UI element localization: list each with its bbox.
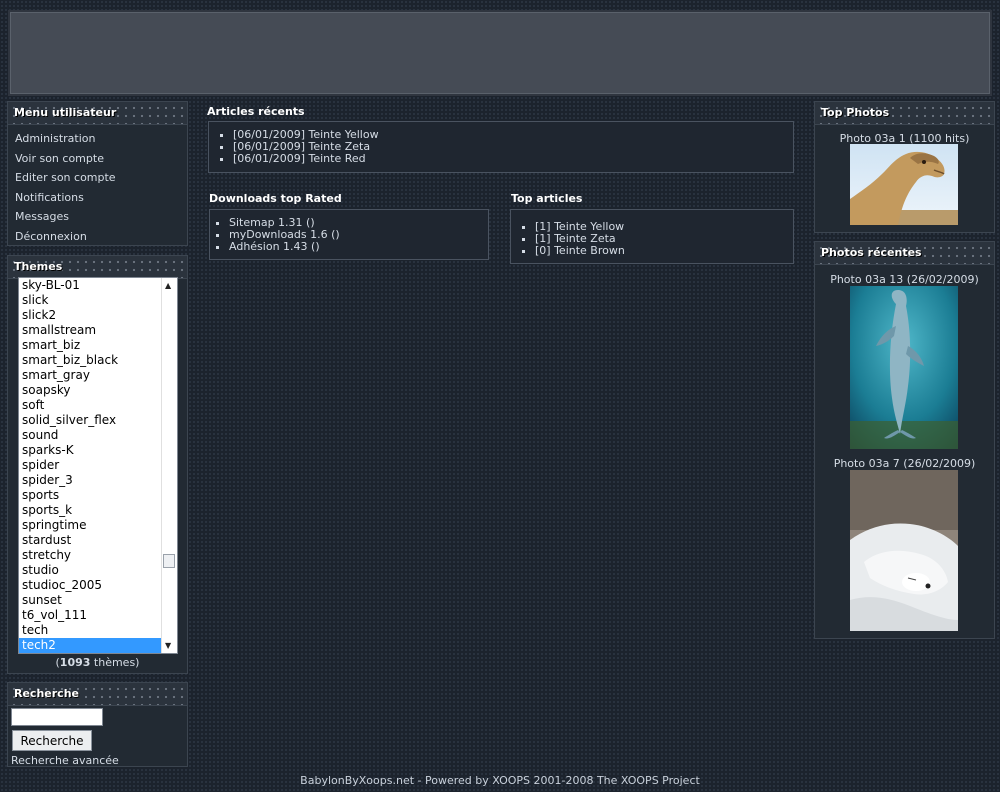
top-articles-list: [1] Teinte Yellow [1] Teinte Zeta [0] Te… bbox=[511, 221, 793, 257]
menu-item-edit-account[interactable]: Editer son compte bbox=[8, 168, 187, 188]
theme-option[interactable]: smallstream bbox=[19, 323, 177, 338]
theme-option[interactable]: stretchy bbox=[19, 548, 177, 563]
menu-item-messages[interactable]: Messages bbox=[8, 207, 187, 227]
polar-bear-photo[interactable] bbox=[850, 470, 958, 631]
theme-option[interactable]: tech bbox=[19, 623, 177, 638]
user-menu-list: Administration Voir son compte Editer so… bbox=[8, 125, 187, 246]
themes-title: Themes bbox=[8, 256, 187, 279]
theme-option[interactable]: soapsky bbox=[19, 383, 177, 398]
search-button[interactable]: Recherche bbox=[12, 730, 92, 751]
theme-select-list[interactable]: sky-BL-01 slick slick2 smallstream smart… bbox=[18, 277, 178, 654]
theme-option[interactable]: solid_silver_flex bbox=[19, 413, 177, 428]
recent-photo-caption[interactable]: Photo 03a 13 (26/02/2009) bbox=[815, 273, 994, 286]
recent-photos-block: Photos récentes Photo 03a 13 (26/02/2009… bbox=[814, 241, 995, 639]
top-articles-box: [1] Teinte Yellow [1] Teinte Zeta [0] Te… bbox=[510, 209, 794, 264]
theme-count: (1093 thèmes) bbox=[8, 656, 187, 669]
downloads-title: Downloads top Rated bbox=[209, 192, 342, 205]
scroll-thumb[interactable] bbox=[163, 554, 175, 568]
theme-option[interactable]: slick bbox=[19, 293, 177, 308]
top-articles-title: Top articles bbox=[511, 192, 583, 205]
theme-option[interactable]: sports bbox=[19, 488, 177, 503]
search-block: Recherche Recherche Recherche avancée bbox=[7, 682, 188, 767]
theme-option[interactable]: spider_3 bbox=[19, 473, 177, 488]
site-header-banner bbox=[8, 10, 992, 96]
theme-option[interactable]: studio bbox=[19, 563, 177, 578]
menu-item-view-account[interactable]: Voir son compte bbox=[8, 149, 187, 169]
theme-option[interactable]: stardust bbox=[19, 533, 177, 548]
theme-list-scrollbar[interactable]: ▲ ▼ bbox=[161, 278, 177, 653]
menu-item-notifications[interactable]: Notifications bbox=[8, 188, 187, 208]
search-title: Recherche bbox=[8, 683, 187, 706]
theme-option[interactable]: smart_biz_black bbox=[19, 353, 177, 368]
download-item[interactable]: Adhésion 1.43 () bbox=[229, 241, 488, 253]
recent-article-item[interactable]: [06/01/2009] Teinte Red bbox=[233, 153, 793, 165]
downloads-box: Sitemap 1.31 () myDownloads 1.6 () Adhés… bbox=[209, 209, 489, 260]
theme-count-suffix: thèmes) bbox=[90, 656, 140, 669]
theme-option[interactable]: sports_k bbox=[19, 503, 177, 518]
scroll-up-arrow-icon[interactable]: ▲ bbox=[165, 281, 171, 290]
user-menu-title: Menu utilisateur bbox=[8, 102, 187, 125]
theme-option[interactable]: slick2 bbox=[19, 308, 177, 323]
user-menu-block: Menu utilisateur Administration Voir son… bbox=[7, 101, 188, 246]
recent-articles-list: [06/01/2009] Teinte Yellow [06/01/2009] … bbox=[209, 129, 793, 165]
theme-count-number: 1093 bbox=[59, 656, 91, 669]
theme-option[interactable]: smart_gray bbox=[19, 368, 177, 383]
theme-option[interactable]: spider bbox=[19, 458, 177, 473]
theme-option[interactable]: sky-BL-01 bbox=[19, 278, 177, 293]
camel-photo[interactable] bbox=[850, 144, 958, 225]
dolphin-photo[interactable] bbox=[850, 286, 958, 449]
theme-option[interactable]: springtime bbox=[19, 518, 177, 533]
theme-option[interactable]: sparks-K bbox=[19, 443, 177, 458]
advanced-search-link[interactable]: Recherche avancée bbox=[11, 754, 119, 767]
theme-option[interactable]: t6_vol_111 bbox=[19, 608, 177, 623]
theme-option[interactable]: sound bbox=[19, 428, 177, 443]
top-photos-title: Top Photos bbox=[815, 102, 994, 125]
menu-item-administration[interactable]: Administration bbox=[8, 129, 187, 149]
menu-item-logout[interactable]: Déconnexion bbox=[8, 227, 187, 247]
scroll-down-arrow-icon[interactable]: ▼ bbox=[165, 641, 171, 650]
recent-photo-caption[interactable]: Photo 03a 7 (26/02/2009) bbox=[815, 457, 994, 470]
downloads-list: Sitemap 1.31 () myDownloads 1.6 () Adhés… bbox=[210, 217, 488, 253]
recent-articles-title: Articles récents bbox=[207, 105, 305, 118]
theme-option[interactable]: studioc_2005 bbox=[19, 578, 177, 593]
theme-option-selected[interactable]: tech2 bbox=[19, 638, 177, 653]
theme-option[interactable]: sunset bbox=[19, 593, 177, 608]
themes-block: Themes sky-BL-01 slick slick2 smallstrea… bbox=[7, 255, 188, 674]
recent-photos-title: Photos récentes bbox=[815, 242, 994, 265]
theme-option[interactable]: smart_biz bbox=[19, 338, 177, 353]
theme-options: sky-BL-01 slick slick2 smallstream smart… bbox=[19, 278, 177, 653]
search-input[interactable] bbox=[11, 708, 103, 726]
site-footer: BabylonByXoops.net - Powered by XOOPS 20… bbox=[300, 774, 700, 787]
theme-option[interactable]: soft bbox=[19, 398, 177, 413]
recent-articles-box: [06/01/2009] Teinte Yellow [06/01/2009] … bbox=[208, 121, 794, 173]
top-photos-block: Top Photos Photo 03a 1 (1100 hits) bbox=[814, 101, 995, 233]
top-article-item[interactable]: [0] Teinte Brown bbox=[535, 245, 793, 257]
